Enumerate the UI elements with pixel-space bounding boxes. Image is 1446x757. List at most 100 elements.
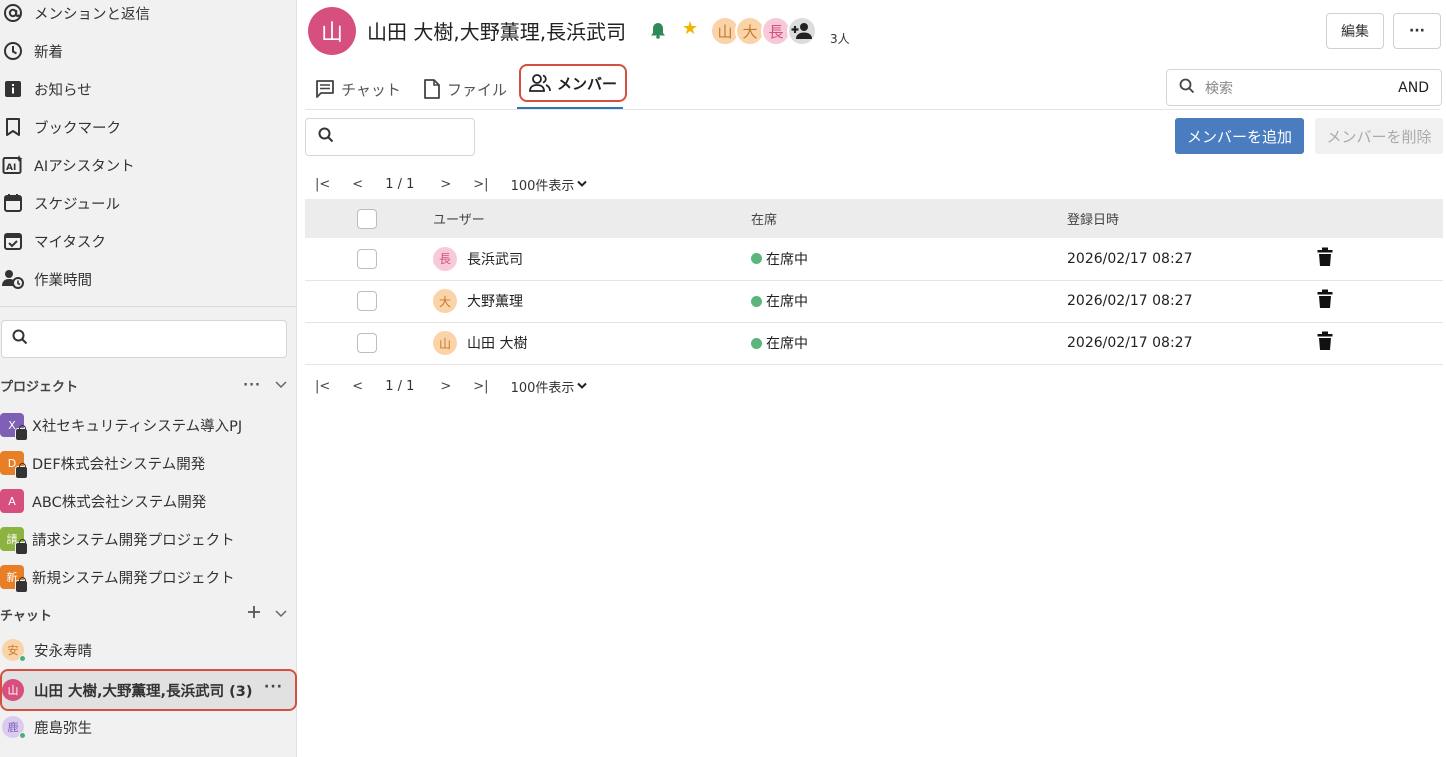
sidebar-item-label: お知らせ	[34, 82, 92, 99]
avatar: 大	[433, 289, 457, 313]
row-checkbox[interactable]	[357, 248, 377, 269]
chevron-down-icon	[577, 382, 588, 389]
first-page-button[interactable]: |<	[315, 177, 330, 192]
sidebar-item-schedule[interactable]: スケジュール	[0, 184, 297, 222]
user-name: 山田 大樹	[467, 336, 528, 352]
sidebar-item-label: ブックマーク	[34, 120, 121, 137]
last-page-button[interactable]: >|	[473, 177, 488, 192]
page-size-select[interactable]: 100件表示	[511, 377, 588, 396]
sidebar-item-notices[interactable]: お知らせ	[0, 70, 297, 108]
sidebar-item-bookmarks[interactable]: ブックマーク	[0, 108, 297, 146]
sidebar-item-my-tasks[interactable]: マイタスク	[0, 222, 297, 260]
table-row: 大 大野薫理 在席中 2026/02/17 08:27	[305, 280, 1443, 323]
project-item[interactable]: 請 請求システム開発プロジェクト	[0, 520, 297, 558]
avatar: 安	[2, 639, 26, 662]
tab-label: メンバー	[557, 74, 618, 93]
next-page-button[interactable]: >	[440, 379, 451, 394]
trash-icon[interactable]	[1317, 247, 1333, 271]
bell-icon[interactable]	[650, 22, 666, 43]
project-label: 請求システム開発プロジェクト	[32, 532, 235, 549]
chat-label: 鹿島弥生	[34, 720, 92, 737]
row-checkbox[interactable]	[357, 333, 377, 353]
prev-page-button[interactable]: <	[352, 177, 363, 192]
lock-icon	[15, 463, 28, 479]
search-mode[interactable]: AND	[1398, 80, 1429, 96]
svg-text:AI: AI	[6, 163, 16, 173]
at-sign-icon	[2, 2, 24, 24]
prev-page-button[interactable]: <	[352, 379, 363, 394]
page-info: 1 / 1	[385, 176, 415, 192]
calendar-icon	[2, 192, 24, 214]
member-filter-input[interactable]	[305, 118, 475, 156]
column-header-presence[interactable]: 在席	[751, 199, 1067, 238]
chat-icon	[315, 79, 335, 99]
select-all-checkbox[interactable]	[357, 208, 377, 229]
column-header-user[interactable]: ユーザー	[433, 199, 751, 238]
user-name: 長浜武司	[467, 251, 523, 268]
search-icon	[1179, 78, 1195, 98]
search-icon	[318, 127, 334, 147]
avatar: 山	[433, 331, 457, 355]
chat-more-icon[interactable]: ···	[264, 679, 283, 695]
avatar: 鹿	[2, 716, 26, 739]
plus-icon[interactable]	[247, 605, 261, 623]
tab-files[interactable]: ファイル	[423, 70, 507, 108]
chat-label: 山田 大樹,大野薫理,長浜武司 (3)	[34, 683, 253, 700]
table-header-row: ユーザー 在席 登録日時	[305, 199, 1443, 238]
chat-item[interactable]: 鹿 鹿島弥生	[0, 708, 297, 746]
pagination-top: |< < 1 / 1 > >| 100件表示	[315, 174, 588, 194]
chat-label: 安永寿晴	[34, 643, 92, 660]
project-item[interactable]: D DEF株式会社システム開発	[0, 444, 297, 482]
projects-more-icon[interactable]: ···	[243, 378, 261, 393]
trash-icon[interactable]	[1317, 289, 1333, 313]
last-page-button[interactable]: >|	[473, 379, 488, 394]
sidebar-divider	[0, 306, 297, 307]
next-page-button[interactable]: >	[440, 177, 451, 192]
star-icon[interactable]: ★	[682, 18, 698, 39]
first-page-button[interactable]: |<	[315, 379, 330, 394]
info-icon	[2, 78, 24, 100]
project-item[interactable]: A ABC株式会社システム開発	[0, 482, 297, 520]
projects-heading: プロジェクト	[0, 379, 79, 395]
chat-item-active[interactable]: 山 山田 大樹,大野薫理,長浜武司 (3) ···	[0, 669, 297, 711]
sidebar-item-work-time[interactable]: 作業時間	[0, 260, 297, 298]
message-search-input[interactable]: 検索 AND	[1166, 69, 1442, 106]
registered-date: 2026/02/17 08:27	[1067, 322, 1317, 365]
tabs-divider	[305, 109, 1440, 110]
trash-icon[interactable]	[1317, 331, 1333, 355]
tab-members[interactable]: メンバー	[519, 64, 628, 102]
chevron-down-icon[interactable]	[275, 378, 287, 393]
sidebar-item-label: マイタスク	[34, 234, 106, 251]
tab-chat[interactable]: チャット	[315, 70, 401, 108]
lock-icon	[15, 577, 28, 593]
sidebar-item-ai-assistant[interactable]: AI AIアシスタント	[0, 146, 297, 184]
page-size-select[interactable]: 100件表示	[511, 175, 588, 194]
project-label: ABC株式会社システム開発	[32, 494, 207, 511]
registered-date: 2026/02/17 08:27	[1067, 238, 1317, 281]
presence-status: 在席中	[766, 251, 808, 268]
page-title: 山田 大樹,大野薫理,長浜武司	[367, 20, 627, 44]
chat-item[interactable]: 安 安永寿晴	[0, 631, 297, 669]
chat-avatar: 山	[308, 7, 356, 55]
chats-heading: チャット	[0, 608, 52, 624]
sidebar-item-mentions[interactable]: メンションと返信	[0, 0, 297, 32]
remove-member-button: メンバーを削除	[1315, 118, 1443, 154]
add-member-icon[interactable]	[787, 16, 817, 46]
project-item[interactable]: X X社セキュリティシステム導入PJ	[0, 406, 297, 444]
sidebar: メンションと返信 新着 お知らせ ブックマーク AI AIアシスタント スケジュ…	[0, 0, 297, 757]
search-icon	[12, 329, 28, 349]
chevron-down-icon[interactable]	[275, 607, 287, 622]
edit-button[interactable]: 編集	[1326, 13, 1384, 49]
sidebar-item-label: 新着	[34, 44, 63, 61]
sidebar-item-label: AIアシスタント	[34, 158, 135, 175]
more-button[interactable]: ···	[1393, 13, 1441, 49]
project-badge: X	[0, 413, 28, 441]
add-member-button[interactable]: メンバーを追加	[1175, 118, 1304, 154]
sidebar-item-new[interactable]: 新着	[0, 32, 297, 70]
project-item[interactable]: 新 新規システム開発プロジェクト	[0, 558, 297, 596]
project-badge: 請	[0, 527, 28, 555]
row-checkbox[interactable]	[357, 291, 377, 311]
project-label: DEF株式会社システム開発	[32, 456, 206, 473]
column-header-registered[interactable]: 登録日時	[1067, 199, 1317, 238]
sidebar-search-input[interactable]	[1, 320, 287, 358]
